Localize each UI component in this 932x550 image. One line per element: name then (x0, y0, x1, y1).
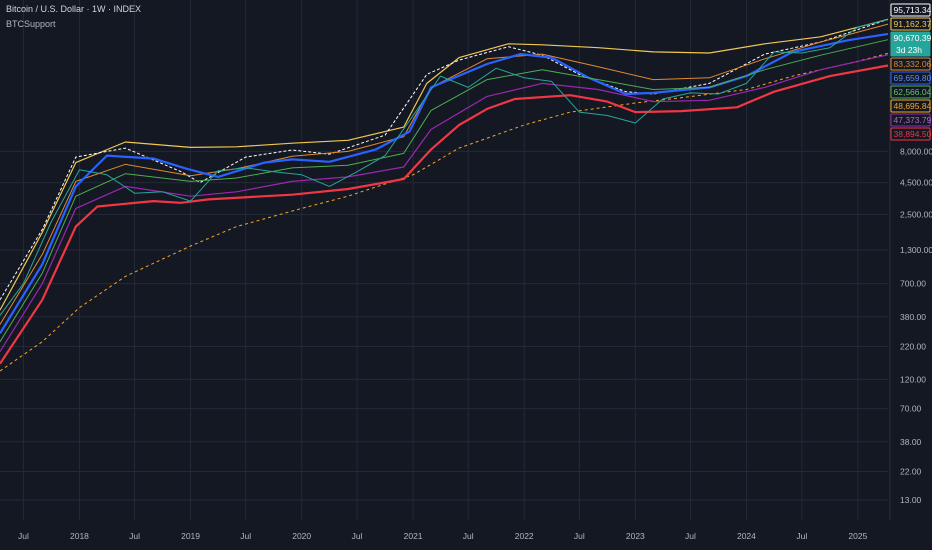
y-tick-label: 22.00 (900, 466, 922, 476)
x-tick-label: Jul (129, 531, 140, 541)
x-tick-label: Jul (240, 531, 251, 541)
x-tick-label: Jul (463, 531, 474, 541)
indicator-label[interactable]: BTCSupport (6, 19, 56, 29)
x-tick-label: 2018 (70, 531, 89, 541)
y-tick-label: 2,500.00 (900, 210, 932, 220)
plot-background (0, 0, 932, 550)
x-tick-label: 2021 (404, 531, 423, 541)
price-tag-value: 91,162.37 (894, 19, 932, 29)
price-tag-4: 69,659.80 (890, 71, 932, 85)
y-tick-label: 13.00 (900, 495, 922, 505)
price-tag-countdown: 3d 23h (896, 45, 922, 55)
y-tick-label: 4,500.00 (900, 178, 932, 188)
y-tick-label: 70.00 (900, 404, 922, 414)
price-tag-value: 62,566.04 (894, 87, 932, 97)
price-tag-value: 38,894.50 (894, 129, 932, 139)
y-tick-label: 700.00 (900, 279, 926, 289)
x-tick-label: Jul (352, 531, 363, 541)
y-tick-label: 380.00 (900, 312, 926, 322)
price-tag-8: 38,894.50 (890, 127, 932, 141)
x-tick-label: 2024 (737, 531, 756, 541)
price-tag-0: 95,713.34 (890, 3, 932, 17)
price-tag-value: 48,695.84 (894, 101, 932, 111)
x-tick-label: 2025 (848, 531, 867, 541)
price-tag-7: 47,373.79 (890, 113, 932, 127)
price-tag-value: 95,713.34 (894, 5, 932, 15)
x-tick-label: Jul (685, 531, 696, 541)
y-tick-label: 120.00 (900, 374, 926, 384)
price-tag-value: 83,332.06 (894, 59, 932, 69)
price-tag-1: 91,162.37 (890, 17, 932, 31)
price-tag-5: 62,566.04 (890, 85, 932, 99)
price-tag-value: 69,659.80 (894, 73, 932, 83)
price-tag-3: 83,332.06 (890, 57, 932, 71)
price-tag-value: 47,373.79 (894, 115, 932, 125)
x-tick-label: 2019 (181, 531, 200, 541)
y-tick-label: 8,000.00 (900, 146, 932, 156)
x-tick-label: Jul (796, 531, 807, 541)
x-tick-label: 2022 (515, 531, 534, 541)
price-tag-value: 90,670.39 (894, 33, 932, 43)
price-tag-6: 48,695.84 (890, 99, 932, 113)
price-tag-2: 90,670.39 3d 23h (890, 31, 932, 57)
y-tick-label: 220.00 (900, 341, 926, 351)
y-tick-label: 38.00 (900, 437, 922, 447)
y-tick-label: 1,300.00 (900, 245, 932, 255)
price-tags: 95,713.34 91,162.37 90,670.39 3d 23h 83,332.… (890, 3, 932, 141)
x-tick-label: Jul (574, 531, 585, 541)
x-tick-label: Jul (18, 531, 29, 541)
chart-title: Bitcoin / U.S. Dollar · 1W · INDEX (6, 4, 142, 14)
x-tick-label: 2023 (626, 531, 645, 541)
price-chart[interactable]: 8,000.00 4,500.00 2,500.00 1,300.00 700.00 38… (0, 0, 932, 550)
x-tick-label: 2020 (292, 531, 311, 541)
